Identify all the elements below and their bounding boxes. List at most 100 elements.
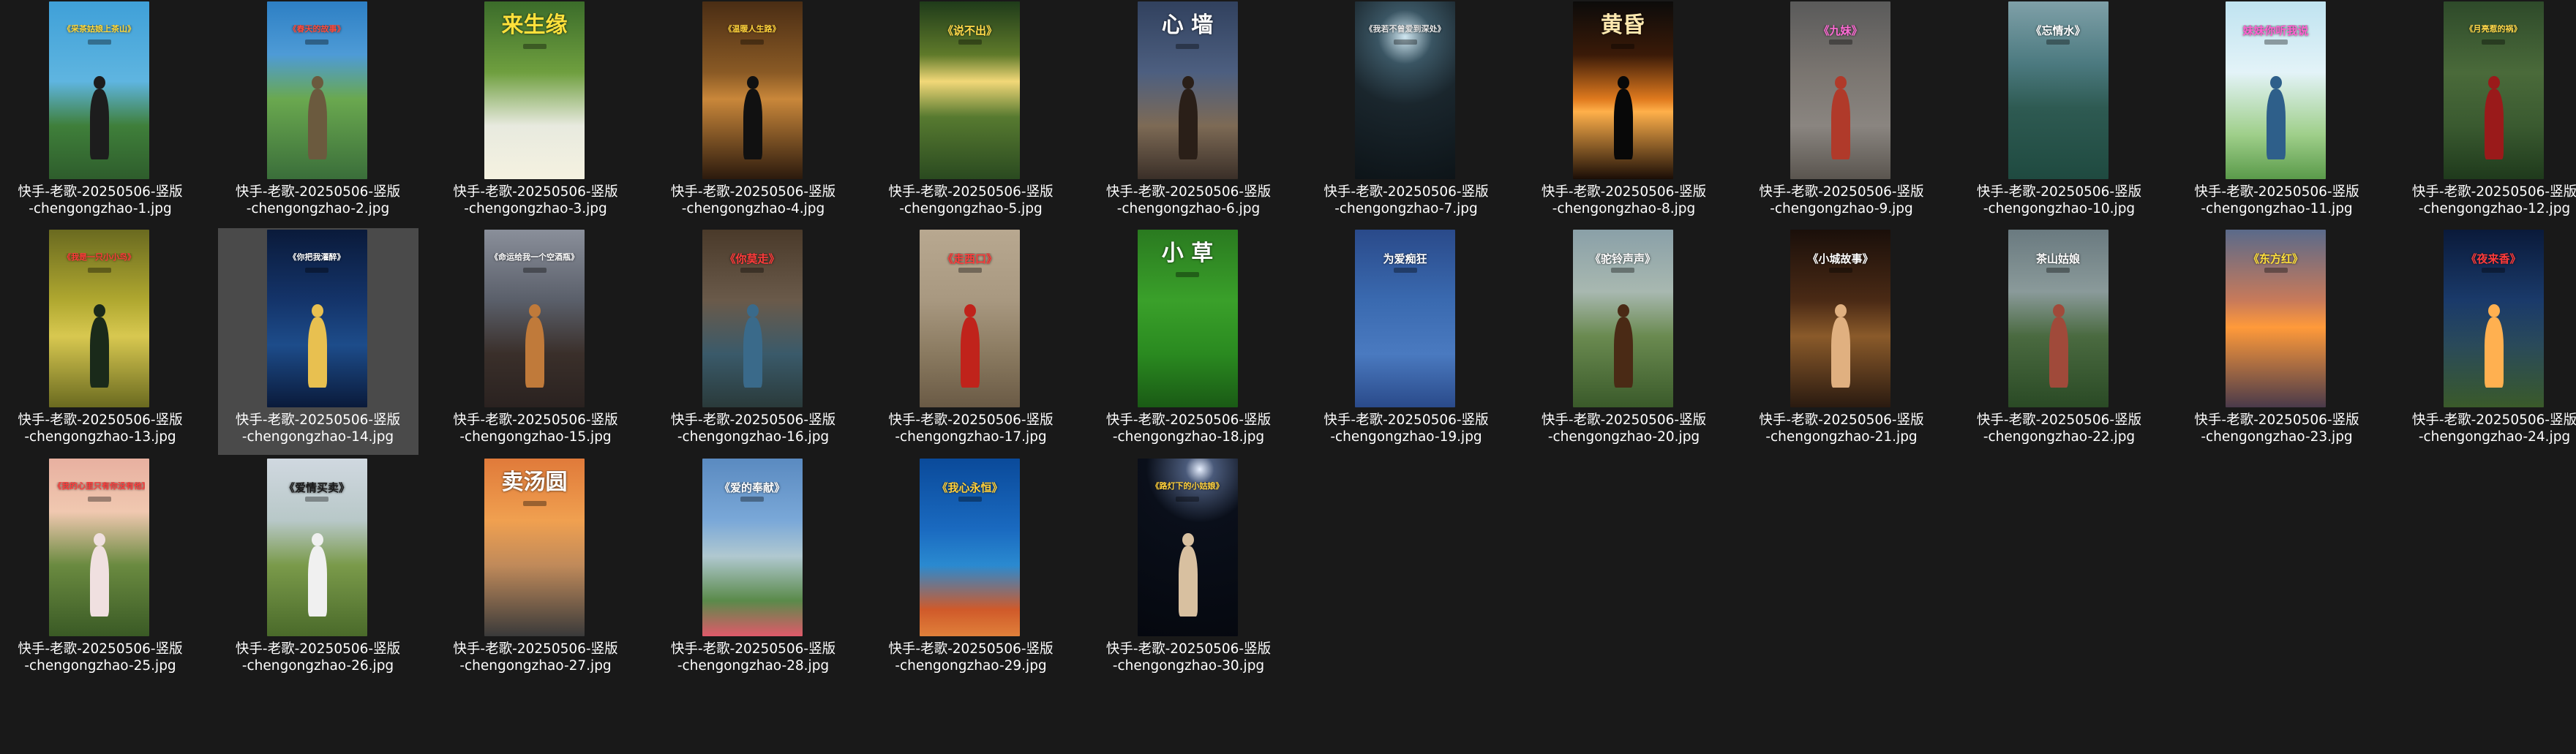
file-name-line-2: -chengongzhao-11.jpg (2201, 201, 2353, 216)
file-name-line-1: 快手-老歌-20250506-竖版 (1323, 412, 1489, 428)
thumbnail-figure-head (1617, 76, 1629, 89)
file-item[interactable]: 为爱痴狂快手-老歌-20250506-竖版 -chengongzhao-19.jp… (1306, 228, 1506, 455)
file-item[interactable]: 《采茶姑娘上茶山》 快手-老歌-20250506-竖版 -chengongzhao-… (0, 0, 200, 227)
file-name: 快手-老歌-20250506-竖版 -chengongzhao-7.jpg (1306, 184, 1506, 217)
image-thumbnail: 卖汤圆 (484, 459, 585, 636)
file-item[interactable]: 《我若不曾爱到深处》快手-老歌-20250506-竖版 -chengongzhao… (1306, 0, 1506, 227)
thumbnail-figure-head (1617, 304, 1629, 317)
file-item[interactable]: 《你莫走》 快手-老歌-20250506-竖版 -chengongzhao-16.j… (653, 228, 854, 455)
thumbnail-title: 卖汤圆 (501, 470, 568, 495)
file-item[interactable]: 《爱情买卖》 快手-老歌-20250506-竖版 -chengongzhao-26.… (218, 457, 418, 684)
file-item[interactable]: 《夜来香》快手-老歌-20250506-竖版 -chengongzhao-24.j… (2395, 228, 2576, 455)
file-item[interactable]: 《命运给我一个空酒瓶》 快手-老歌-20250506-竖版 -chengongzha… (435, 228, 636, 455)
file-item[interactable]: 《你把我灌醉》 快手-老歌-20250506-竖版 -chengongzhao-14… (217, 228, 418, 455)
image-thumbnail: 《命运给我一个空酒瓶》 (484, 230, 585, 407)
thumbnail-tag (1176, 497, 1199, 502)
file-item[interactable]: 《温暖人生路》快手-老歌-20250506-竖版 -chengongzhao-4.… (653, 0, 854, 227)
thumbnail-tag (305, 497, 328, 502)
image-thumbnail: 《九妹》 (1790, 1, 1890, 179)
file-name: 快手-老歌-20250506-竖版 -chengongzhao-12.jpg (2395, 184, 2576, 217)
file-item[interactable]: 《月亮惹的祸》快手-老歌-20250506-竖版 -chengongzhao-12… (2395, 0, 2576, 227)
file-name: 快手-老歌-20250506-竖版 -chengongzhao-19.jpg (1306, 412, 1506, 445)
thumbnail-figure-head (1182, 533, 1194, 546)
file-name: 快手-老歌-20250506-竖版 -chengongzhao-28.jpg (653, 641, 854, 674)
file-name-line-2: -chengongzhao-2.jpg (246, 201, 390, 216)
thumbnail-figure-head (311, 76, 323, 89)
file-item[interactable]: 《我的心里只有你没有他》 快手-老歌-20250506-竖版 -chengongzh… (0, 457, 200, 684)
image-thumbnail: 《我若不曾爱到深处》 (1355, 1, 1455, 179)
file-name: 快手-老歌-20250506-竖版 -chengongzhao-6.jpg (1089, 184, 1289, 217)
thumbnail-figure-head (2270, 76, 2282, 89)
file-item[interactable]: 《东方红》 快手-老歌-20250506-竖版 -chengongzhao-23.j… (2177, 228, 2377, 455)
thumbnail-figure-head (94, 533, 105, 546)
file-name-line-1: 快手-老歌-20250506-竖版 (1105, 641, 1272, 657)
image-thumbnail: 《温暖人生路》 (702, 1, 803, 179)
file-name-line-2: -chengongzhao-20.jpg (1547, 429, 1700, 445)
file-name-line-1: 快手-老歌-20250506-竖版 (2411, 412, 2576, 428)
thumbnail-figure-shape (2484, 317, 2504, 388)
thumbnail-figure-head (1835, 304, 1847, 317)
file-item[interactable]: 心 墙快手-老歌-20250506-竖版 -chengongzhao-6.jpg (1089, 0, 1289, 227)
thumbnail-tag (522, 268, 547, 273)
file-name: 快手-老歌-20250506-竖版 -chengongzhao-24.jpg (2395, 412, 2576, 445)
image-thumbnail: 妹妹你听我说 (2226, 1, 2326, 179)
thumbnail-tag (87, 268, 111, 273)
thumbnail-figure-head (94, 76, 105, 89)
thumbnail-figure-head (746, 76, 759, 89)
file-item[interactable]: 《我心永恒》 快手-老歌-20250506-竖版 -chengongzhao-29.… (871, 457, 1071, 684)
file-name-line-2: -chengongzhao-15.jpg (459, 429, 612, 445)
file-item[interactable]: 小 草快手-老歌-20250506-竖版 -chengongzhao-18.jpg (1089, 228, 1289, 455)
file-item[interactable]: 卖汤圆 快手-老歌-20250506-竖版 -chengongzhao-27.jpg (435, 457, 636, 684)
thumbnail-title: 《小城故事》 (1807, 253, 1874, 265)
file-name: 快手-老歌-20250506-竖版 -chengongzhao-9.jpg (1741, 184, 1942, 217)
thumbnail-tag (958, 39, 982, 45)
file-name-line-1: 快手-老歌-20250506-竖版 (235, 184, 401, 200)
file-name-line-2: -chengongzhao-5.jpg (899, 201, 1043, 216)
file-name-line-1: 快手-老歌-20250506-竖版 (1976, 184, 2142, 200)
file-item[interactable]: 《春天的故事》 快手-老歌-20250506-竖版 -chengongzhao-2.… (218, 0, 418, 227)
image-thumbnail: 茶山姑娘 (2008, 230, 2109, 407)
image-thumbnail: 为爱痴狂 (1355, 230, 1455, 407)
thumbnail-figure-head (94, 304, 105, 317)
file-name-line-2: -chengongzhao-23.jpg (2201, 429, 2353, 445)
file-item[interactable]: 《路灯下的小姑娘》 快手-老歌-20250506-竖版 -chengongzhao-… (1089, 457, 1289, 684)
thumbnail-title: 《夜来香》 (2466, 253, 2521, 265)
file-name-line-1: 快手-老歌-20250506-竖版 (1105, 184, 1272, 200)
file-item[interactable]: 茶山姑娘 快手-老歌-20250506-竖版 -chengongzhao-22.jp… (1959, 228, 2160, 455)
file-name: 快手-老歌-20250506-竖版 -chengongzhao-13.jpg (0, 412, 200, 445)
thumbnail-title: 《你莫走》 (724, 253, 780, 265)
file-name: 快手-老歌-20250506-竖版 -chengongzhao-10.jpg (1959, 184, 2160, 217)
file-name-line-1: 快手-老歌-20250506-竖版 (18, 412, 183, 428)
file-name: 快手-老歌-20250506-竖版 -chengongzhao-11.jpg (2177, 184, 2377, 217)
thumbnail-title: 为爱痴狂 (1383, 253, 1427, 265)
file-item[interactable]: 《爱的奉献》 快手-老歌-20250506-竖版 -chengongzhao-28.… (653, 457, 854, 684)
image-thumbnail: 《路灯下的小姑娘》 (1137, 459, 1238, 636)
file-item[interactable]: 《说不出》 快手-老歌-20250506-竖版 -chengongzhao-5.jp… (871, 0, 1071, 227)
file-item[interactable]: 《我是一只小小鸟》 快手-老歌-20250506-竖版 -chengongzhao-… (0, 228, 200, 455)
file-item[interactable]: 来生缘 快手-老歌-20250506-竖版 -chengongzhao-3.jpg (435, 0, 636, 227)
file-name: 快手-老歌-20250506-竖版 -chengongzhao-21.jpg (1741, 412, 1942, 445)
file-name-line-1: 快手-老歌-20250506-竖版 (235, 412, 401, 428)
image-thumbnail: 《月亮惹的祸》 (2443, 1, 2544, 179)
thumbnail-title: 妹妹你听我说 (2242, 25, 2309, 37)
file-item[interactable]: 《忘情水》 快手-老歌-20250506-竖版 -chengongzhao-10.j… (1959, 0, 2160, 227)
file-name: 快手-老歌-20250506-竖版 -chengongzhao-14.jpg (218, 412, 418, 445)
file-name: 快手-老歌-20250506-竖版 -chengongzhao-4.jpg (653, 184, 854, 217)
file-name-line-1: 快手-老歌-20250506-竖版 (18, 641, 183, 657)
file-item[interactable]: 妹妹你听我说快手-老歌-20250506-竖版 -chengongzhao-11.… (2177, 0, 2377, 227)
file-item[interactable]: 黄昏 快手-老歌-20250506-竖版 -chengongzhao-8.jpg (1524, 0, 1724, 227)
file-item[interactable]: 《驼铃声声》 快手-老歌-20250506-竖版 -chengongzhao-20.… (1524, 228, 1724, 455)
file-name-line-1: 快手-老歌-20250506-竖版 (1541, 412, 1707, 428)
file-item[interactable]: 《走西口》 快手-老歌-20250506-竖版 -chengongzhao-17.j… (871, 228, 1071, 455)
thumbnail-figure-shape (307, 317, 327, 388)
thumbnail-figure-shape (961, 317, 980, 388)
image-thumbnail: 《走西口》 (920, 230, 1020, 407)
thumbnail-title: 《我心永恒》 (936, 482, 1003, 494)
file-item[interactable]: 《小城故事》快手-老歌-20250506-竖版 -chengongzhao-21.… (1741, 228, 1942, 455)
thumbnail-title: 《东方红》 (2248, 253, 2303, 265)
image-thumbnail: 《夜来香》 (2443, 230, 2544, 407)
thumbnail-tag (305, 39, 328, 45)
thumbnail-tag (522, 501, 547, 506)
file-name: 快手-老歌-20250506-竖版 -chengongzhao-8.jpg (1524, 184, 1724, 217)
file-item[interactable]: 《九妹》快手-老歌-20250506-竖版 -chengongzhao-9.jpg (1741, 0, 1942, 227)
